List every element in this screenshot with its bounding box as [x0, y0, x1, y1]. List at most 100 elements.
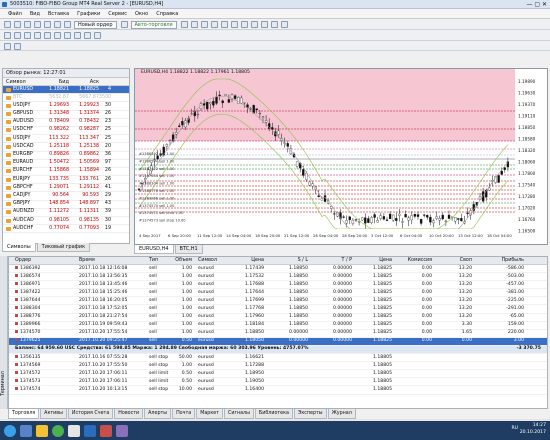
order-profit: 159.00 — [507, 322, 524, 328]
terminal-tab[interactable]: Торговля — [8, 409, 40, 419]
terminal-col[interactable]: Ордер — [9, 257, 79, 265]
autoscroll-icon[interactable] — [240, 21, 248, 28]
order-cur: 1.18825 — [373, 297, 392, 303]
menu-tools[interactable]: Сервис — [108, 11, 127, 17]
terminal-col[interactable]: Своп — [432, 257, 472, 265]
col-ask[interactable]: Аск — [69, 78, 99, 86]
chart-window[interactable]: 1.19890 1.19630 1.19370 1.19110 1.18850 1.185… — [134, 68, 548, 245]
terminal-col[interactable]: Время — [79, 257, 149, 265]
menu-file[interactable]: Файл — [8, 11, 22, 17]
terminal-icon[interactable] — [54, 21, 61, 28]
mw-ask: 113.347 — [79, 135, 99, 141]
pending-order-row[interactable]: 1374574 2017.10.20 10:13:15 sell stop 10.00… — [9, 386, 547, 395]
chart-shift-icon[interactable] — [250, 21, 258, 28]
order-label: #1387644 sell 1.00 — [139, 174, 175, 178]
crosshair-icon[interactable] — [14, 32, 21, 39]
terminal-tab[interactable]: Эксперты — [293, 409, 327, 419]
pending-vol: 1.00 — [181, 362, 192, 368]
data-window-icon[interactable] — [34, 21, 41, 28]
terminal-col[interactable]: T / P — [308, 257, 353, 265]
terminal-tab[interactable]: Почта — [172, 409, 196, 419]
new-chart-icon[interactable] — [4, 21, 11, 28]
mw-bid: 0.78409 — [49, 119, 69, 125]
terminal-col[interactable]: Тип — [149, 257, 174, 265]
folder-icon[interactable] — [36, 424, 48, 437]
price-label: 1.17540 — [518, 183, 536, 188]
app-icon-red[interactable] — [100, 424, 112, 437]
vline-icon[interactable] — [24, 32, 31, 39]
col-bid[interactable]: Бид — [39, 78, 69, 86]
channel-icon[interactable] — [54, 32, 61, 39]
tab-chart-eurusd[interactable]: EURUSD,H4 — [134, 245, 174, 254]
terminal-tab[interactable]: Активы — [40, 409, 67, 419]
bar-chart-icon[interactable] — [180, 21, 188, 28]
autotrade-button[interactable]: Авто-торговля — [130, 20, 177, 29]
terminal-col[interactable]: Символ — [192, 257, 228, 265]
terminal-tab[interactable]: Новости — [114, 409, 144, 419]
fibo-icon[interactable] — [64, 32, 71, 39]
timeframe-m1-icon[interactable] — [4, 42, 11, 50]
new-order-button[interactable]: Новый ордер — [74, 20, 117, 29]
terminal-tab[interactable]: Маркет — [196, 409, 223, 419]
order-sl: 1.18850 — [289, 322, 308, 328]
label-tool-icon[interactable] — [84, 32, 91, 39]
order-time: 2017.10.18 17:52:05 — [79, 305, 128, 311]
candles-icon[interactable] — [190, 21, 198, 28]
market-watch-row[interactable]: AUDCHF 0.77074 0.77093 19 — [3, 225, 129, 234]
tab-symbols[interactable]: Символы — [2, 243, 36, 252]
zoom-out-icon[interactable] — [220, 21, 228, 28]
terminal-col[interactable]: Цена — [228, 257, 264, 265]
terminal-col[interactable]: Комиссия — [392, 257, 432, 265]
candle-body — [432, 220, 435, 224]
terminal-tab[interactable]: Сигналы — [223, 409, 254, 419]
arrows-tool-icon[interactable] — [94, 32, 101, 39]
hline-icon[interactable] — [34, 32, 41, 39]
candle-body — [168, 139, 172, 141]
tab-chart-btc[interactable]: BTC,H1 — [174, 245, 203, 254]
start-button-icon[interactable] — [4, 424, 16, 437]
tester-icon[interactable] — [64, 21, 71, 28]
templates-icon[interactable] — [280, 21, 288, 28]
terminal-col[interactable]: S / L — [264, 257, 308, 265]
terminal-tab[interactable]: Алерты — [144, 409, 172, 419]
menu-help[interactable]: Справка — [156, 11, 178, 17]
meta-editor-icon[interactable] — [120, 21, 128, 28]
text-tool-icon[interactable] — [74, 32, 81, 39]
terminal-col[interactable]: Цена — [352, 257, 392, 265]
terminal-col[interactable]: Прибыль — [472, 257, 530, 265]
timeframe-h4-icon[interactable] — [14, 42, 21, 50]
cursor-icon[interactable] — [4, 32, 11, 39]
periods-icon[interactable] — [270, 21, 278, 28]
window-controls[interactable]: — ▢ ✕ — [526, 0, 547, 9]
menu-window[interactable]: Окно — [135, 11, 148, 17]
zoom-in-icon[interactable] — [210, 21, 218, 28]
menu-insert[interactable]: Вставка — [48, 11, 69, 17]
tray-lang[interactable]: RU — [511, 425, 518, 432]
navigator-icon[interactable] — [44, 21, 51, 28]
menu-charts[interactable]: Графики — [77, 11, 100, 17]
mw-bid: 0.77074 — [49, 225, 69, 231]
price-chart[interactable]: 1.19890 1.19630 1.19370 1.19110 1.18850 1.185… — [135, 69, 548, 245]
tile-icon[interactable] — [230, 21, 238, 28]
tab-tick-chart[interactable]: Тиковый график — [36, 243, 91, 252]
terminal-col[interactable]: Объем — [174, 257, 192, 265]
line-chart-icon[interactable] — [200, 21, 208, 28]
col-symbol[interactable]: Символ — [3, 78, 39, 86]
mw-bid: 1.29693 — [49, 102, 69, 108]
market-watch-icon[interactable] — [24, 21, 31, 28]
tray-clock[interactable]: RU 14:27 20.10.2017 — [511, 422, 546, 436]
metatrader-icon[interactable] — [68, 424, 80, 437]
chart-tabs: EURUSD,H4 BTC,H1 — [134, 245, 204, 254]
trendline-icon[interactable] — [44, 32, 51, 39]
app-icon-purple[interactable] — [116, 424, 128, 437]
word-icon[interactable] — [84, 424, 96, 437]
indicators-icon[interactable] — [260, 21, 268, 28]
profiles-icon[interactable] — [14, 21, 21, 28]
menu-view[interactable]: Вид — [30, 11, 40, 17]
explorer-icon[interactable] — [20, 424, 32, 437]
chrome-icon[interactable] — [52, 424, 64, 437]
terminal-tab[interactable]: Библиотека — [254, 409, 293, 419]
terminal-tab[interactable]: Журнал — [327, 409, 356, 419]
candle-body — [413, 213, 417, 217]
terminal-tab[interactable]: История Счета — [67, 409, 114, 419]
